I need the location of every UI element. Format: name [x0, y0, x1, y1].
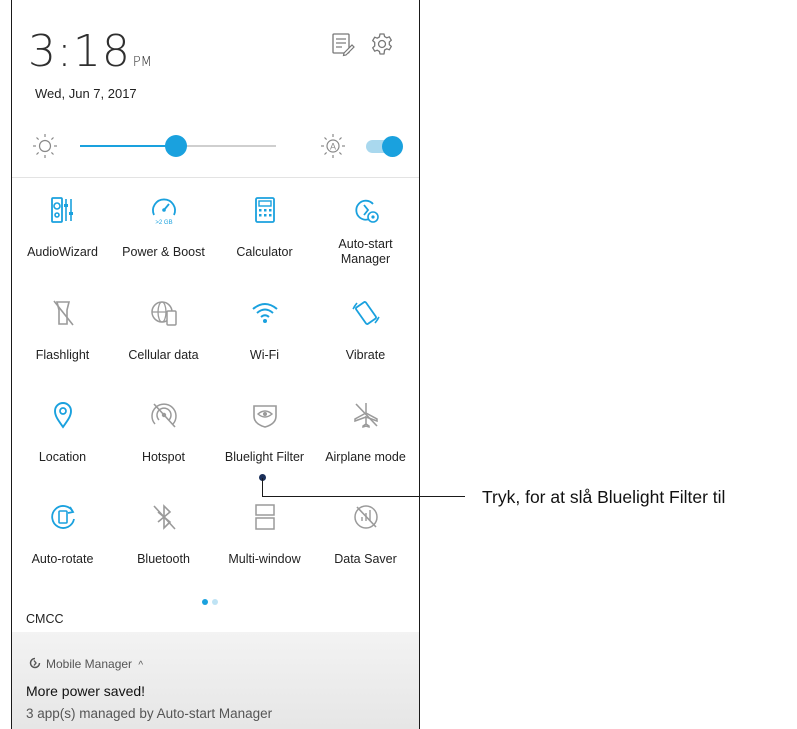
notification-text: 3 app(s) managed by Auto-start Manager [26, 706, 273, 721]
brightness-slider-thumb[interactable] [165, 135, 188, 157]
page-indicator [202, 592, 222, 610]
autostart-manager-icon [355, 199, 379, 223]
tile-cellular-data[interactable]: Cellular data [113, 298, 214, 388]
location-icon [54, 402, 72, 429]
tile-label: Wi-Fi [249, 348, 280, 362]
clock-ampm: PM [132, 55, 152, 70]
carrier-label: CMCC [26, 612, 64, 626]
page-dot [202, 599, 208, 605]
tile-label: Bluelight Filter [224, 450, 305, 464]
tile-label: Vibrate [345, 348, 386, 362]
brightness-slider[interactable] [80, 135, 276, 157]
tile-bluetooth[interactable]: Bluetooth [113, 502, 214, 592]
tile-wifi[interactable]: Wi-Fi [214, 298, 315, 388]
svg-text:A: A [330, 142, 336, 152]
tile-label: Data Saver [334, 552, 397, 566]
callout-line-vertical [262, 478, 263, 496]
tile-auto-rotate[interactable]: Auto-rotate [12, 502, 113, 592]
tile-label: Multi-window [228, 552, 301, 566]
tile-badge: >2 GB [155, 220, 172, 225]
toggle-knob [382, 136, 403, 157]
tile-flashlight[interactable]: Flashlight [12, 298, 113, 388]
brightness-row: A [12, 126, 419, 166]
tile-label: Hotspot [141, 450, 186, 464]
callout-text: Tryk, for at slå Bluelight Filter til [482, 487, 726, 507]
flashlight-icon [53, 300, 74, 326]
tile-multi-window[interactable]: Multi-window [214, 502, 315, 592]
clock: 3:18 PM [28, 28, 152, 87]
bluetooth-icon [153, 504, 176, 530]
tile-autostart-manager[interactable]: Auto-start Manager [315, 195, 416, 285]
power-boost-icon: >2 GB [152, 198, 176, 225]
vibrate-icon [352, 301, 380, 325]
tile-label: AudioWizard [27, 245, 98, 259]
auto-brightness-icon: A [321, 134, 345, 158]
multi-window-icon [255, 504, 275, 530]
airplane-icon [354, 403, 378, 429]
notification-card[interactable]: Mobile Manager ^ More power saved! 3 app… [12, 632, 419, 729]
tile-label: Calculator [236, 245, 293, 259]
callout-line-horizontal [262, 496, 465, 497]
calculator-icon [255, 197, 275, 223]
tile-vibrate[interactable]: Vibrate [315, 298, 416, 388]
clock-time: 3:18 [28, 26, 131, 77]
edit-list-icon[interactable] [330, 31, 356, 57]
auto-rotate-icon [51, 505, 75, 529]
tile-data-saver[interactable]: Data Saver [315, 502, 416, 592]
tile-audiowizard[interactable]: AudioWizard [12, 195, 113, 285]
wifi-icon [252, 303, 278, 323]
settings-gear-icon[interactable] [369, 31, 395, 57]
bluelight-filter-icon [253, 405, 277, 428]
tile-label: Airplane mode [325, 450, 406, 464]
tile-power-boost[interactable]: >2 GB Power & Boost [113, 195, 214, 285]
tile-label: Power & Boost [122, 245, 205, 259]
brightness-low-icon [33, 134, 57, 158]
tile-label: Flashlight [35, 348, 90, 362]
notification-app-row: Mobile Manager ^ [28, 656, 143, 671]
cellular-data-icon [151, 301, 177, 326]
tile-airplane[interactable]: Airplane mode [315, 400, 416, 490]
tile-label: Location [38, 450, 87, 464]
tile-label: Bluetooth [137, 552, 190, 566]
data-saver-icon [354, 505, 378, 529]
brightness-slider-fill [80, 145, 177, 147]
notification-app-name: Mobile Manager [46, 657, 133, 671]
tile-label: Auto-rotate [31, 552, 94, 566]
divider [12, 177, 419, 178]
notification-title: More power saved! [26, 683, 146, 699]
hotspot-icon [151, 403, 177, 428]
page-dot [212, 599, 218, 605]
auto-brightness-toggle[interactable] [366, 136, 403, 157]
tile-hotspot[interactable]: Hotspot [113, 400, 214, 490]
tile-calculator[interactable]: Calculator [214, 195, 315, 285]
tile-location[interactable]: Location [12, 400, 113, 490]
tile-label: Cellular data [128, 348, 199, 362]
mobile-manager-icon [29, 657, 41, 669]
date-label: Wed, Jun 7, 2017 [35, 86, 137, 101]
audiowizard-icon [51, 197, 73, 223]
chevron-up-icon[interactable]: ^ [138, 660, 143, 671]
phone-screen: 3:18 PM Wed, Jun 7, 2017 A AudioWizard >… [11, 0, 420, 729]
tile-label: Auto-start Manager [338, 237, 393, 266]
